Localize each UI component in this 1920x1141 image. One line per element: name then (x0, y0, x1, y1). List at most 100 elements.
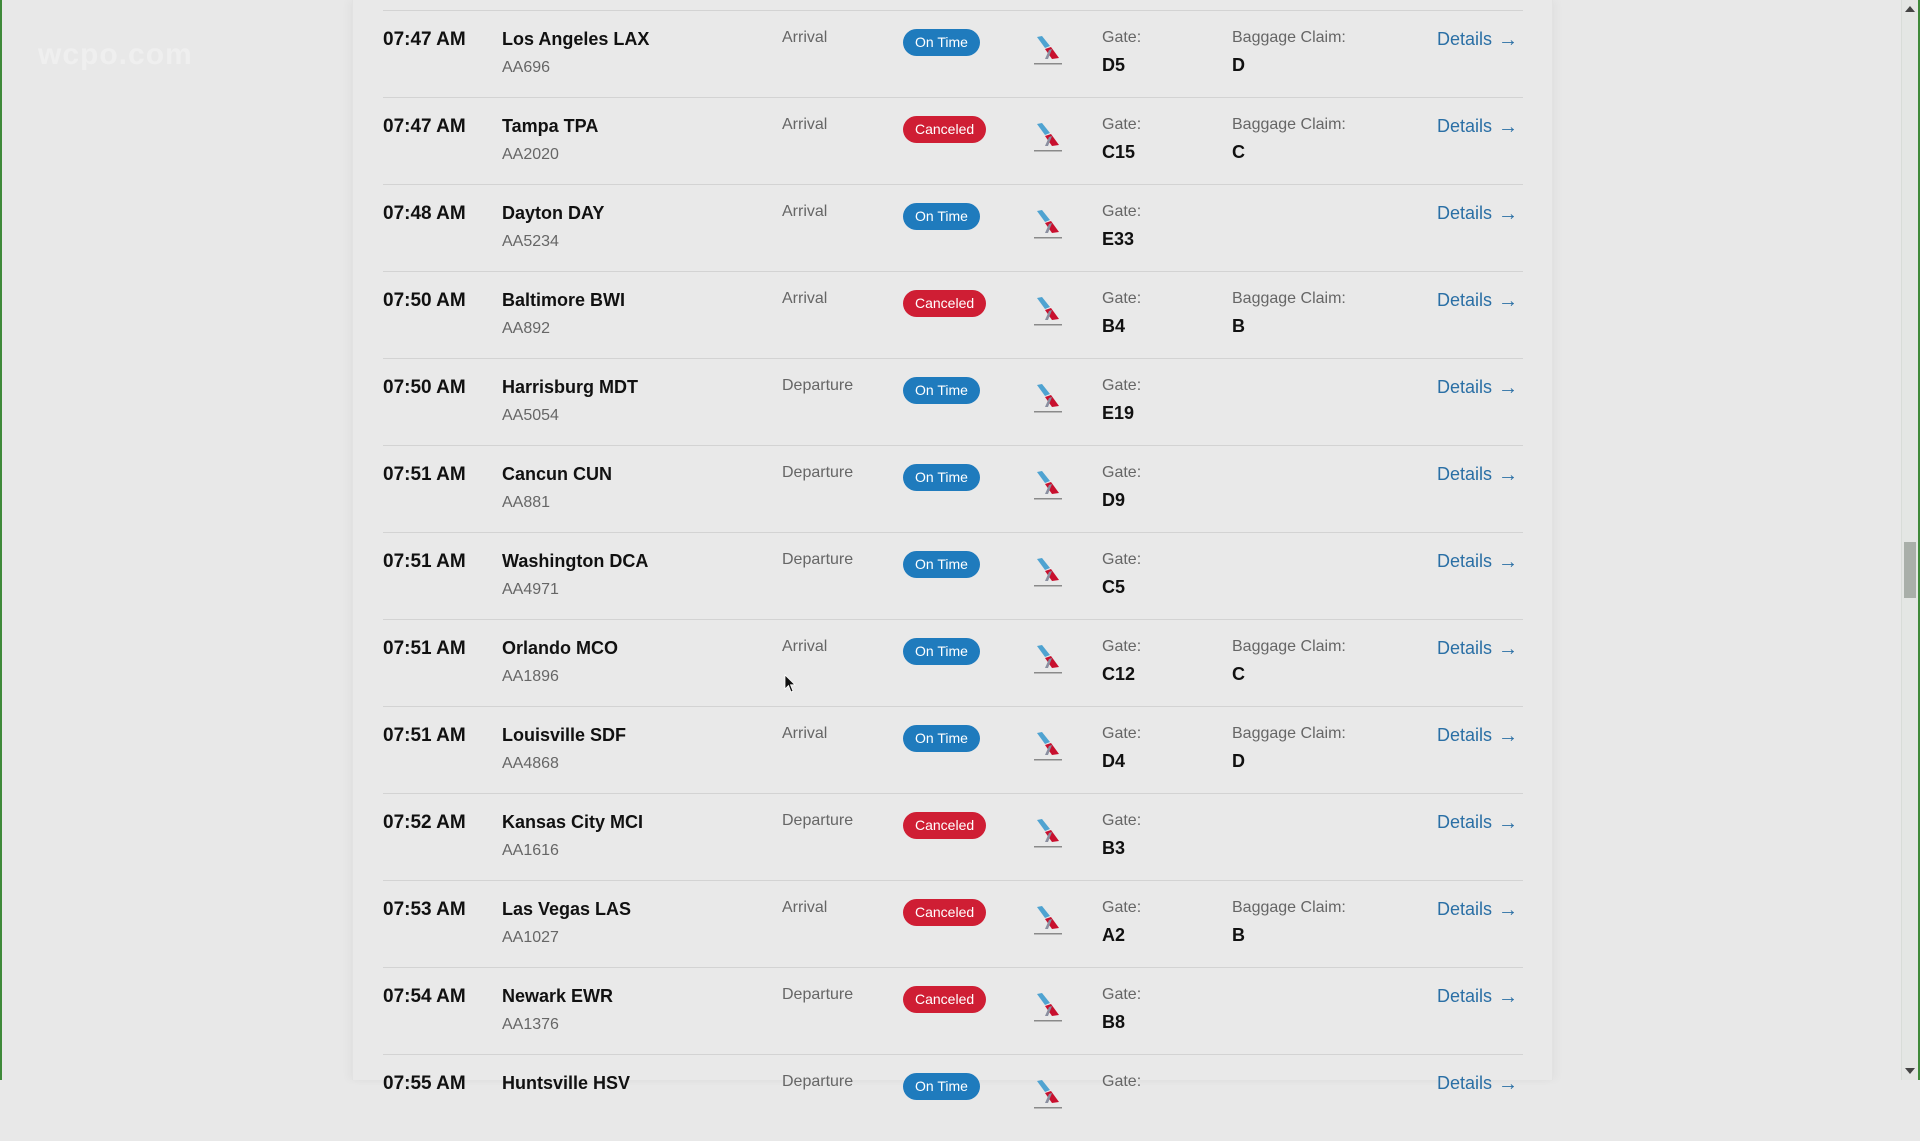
gate-label: Gate: (1102, 116, 1142, 133)
flight-destination: Las Vegas LAS (502, 899, 632, 919)
baggage-claim-label: Baggage Claim: (1232, 725, 1346, 742)
gate-value: E33 (1102, 229, 1135, 249)
flight-type: Departure (782, 377, 854, 394)
flight-destination: Louisville SDF (502, 725, 627, 745)
gate-label: Gate: (1102, 899, 1142, 916)
arrow-right-icon: → (1498, 811, 1519, 834)
flight-number: AA4971 (502, 581, 559, 598)
baggage-claim-value: D (1232, 751, 1245, 771)
flight-row[interactable]: 07:47 AM Tampa TPA AA2020 Arrival Cancel… (383, 97, 1523, 184)
status-badge: On Time (903, 29, 980, 56)
gate-value: B4 (1102, 316, 1126, 336)
flight-list: 07:47 AM Los Angeles LAX AA696 Arrival O… (383, 10, 1523, 1141)
flight-time: 07:50 AM (383, 377, 466, 398)
flight-number: AA1616 (502, 842, 559, 859)
scroll-up-arrow-icon[interactable] (1905, 6, 1915, 12)
flight-row[interactable]: 07:51 AM Cancun CUN AA881 Departure On T… (383, 445, 1523, 532)
scroll-down-arrow-icon[interactable] (1905, 1068, 1915, 1074)
flight-row[interactable]: 07:50 AM Baltimore BWI AA892 Arrival Can… (383, 271, 1523, 358)
scrollbar-thumb[interactable] (1904, 542, 1916, 598)
flight-time: 07:54 AM (383, 986, 466, 1007)
flight-type: Arrival (782, 116, 828, 133)
status-badge: On Time (903, 203, 980, 230)
baggage-claim-label: Baggage Claim: (1232, 29, 1346, 46)
flight-destination: Baltimore BWI (502, 290, 626, 310)
arrow-right-icon: → (1498, 289, 1519, 312)
flight-number: AA1376 (502, 1016, 559, 1033)
flight-row[interactable]: 07:51 AM Louisville SDF AA4868 Arrival O… (383, 706, 1523, 793)
details-label: Details (1437, 377, 1493, 397)
flight-type: Departure (782, 464, 854, 481)
gate-value: C12 (1102, 664, 1136, 684)
flight-number: AA1896 (502, 668, 559, 685)
scrollbar[interactable] (1901, 0, 1918, 1080)
american-airlines-logo-icon (1034, 993, 1062, 1022)
status-badge: On Time (903, 725, 980, 752)
flight-row[interactable]: 07:53 AM Las Vegas LAS AA1027 Arrival Ca… (383, 880, 1523, 967)
gate-value: B3 (1102, 838, 1126, 858)
flight-row[interactable]: 07:50 AM Harrisburg MDT AA5054 Departure… (383, 358, 1523, 445)
american-airlines-logo-icon (1034, 36, 1062, 65)
flight-type: Arrival (782, 203, 828, 220)
gate-label: Gate: (1102, 1073, 1142, 1090)
flight-row[interactable]: 07:51 AM Washington DCA AA4971 Departure… (383, 532, 1523, 619)
baggage-claim-value: B (1232, 925, 1245, 945)
flight-destination: Harrisburg MDT (502, 377, 639, 397)
details-link[interactable]: Details → (1437, 29, 1518, 50)
american-airlines-logo-icon (1034, 645, 1062, 674)
flight-row[interactable]: 07:48 AM Dayton DAY AA5234 Arrival On Ti… (383, 184, 1523, 271)
flight-row[interactable]: 07:51 AM Orlando MCO AA1896 Arrival On T… (383, 619, 1523, 706)
arrow-right-icon: → (1498, 115, 1519, 138)
details-link[interactable]: Details → (1437, 638, 1518, 659)
arrow-right-icon: → (1498, 637, 1519, 660)
arrow-right-icon: → (1498, 28, 1519, 51)
american-airlines-logo-icon (1034, 384, 1062, 413)
american-airlines-logo-icon (1034, 558, 1062, 587)
flight-row[interactable]: 07:55 AM Huntsville HSV Departure On Tim… (383, 1054, 1523, 1141)
flight-number: AA4868 (502, 755, 559, 772)
american-airlines-logo-icon (1034, 210, 1062, 239)
gate-value: C5 (1102, 577, 1126, 597)
american-airlines-logo-icon (1034, 819, 1062, 848)
details-link[interactable]: Details → (1437, 377, 1518, 398)
arrow-right-icon: → (1498, 550, 1519, 573)
gate-label: Gate: (1102, 986, 1142, 1003)
arrow-right-icon: → (1498, 376, 1519, 399)
details-link[interactable]: Details → (1437, 116, 1518, 137)
gate-value: C15 (1102, 142, 1136, 162)
flight-type: Arrival (782, 638, 828, 655)
status-badge: On Time (903, 551, 980, 578)
details-link[interactable]: Details → (1437, 551, 1518, 572)
american-airlines-logo-icon (1034, 906, 1062, 935)
details-link[interactable]: Details → (1437, 812, 1518, 833)
gate-value: B8 (1102, 1012, 1126, 1032)
details-link[interactable]: Details → (1437, 290, 1518, 311)
flight-row[interactable]: 07:47 AM Los Angeles LAX AA696 Arrival O… (383, 10, 1523, 97)
flight-time: 07:52 AM (383, 812, 466, 833)
details-label: Details (1437, 638, 1493, 658)
gate-label: Gate: (1102, 29, 1142, 46)
gate-label: Gate: (1102, 464, 1142, 481)
gate-label: Gate: (1102, 812, 1142, 829)
details-link[interactable]: Details → (1437, 986, 1518, 1007)
status-badge: Canceled (903, 812, 987, 839)
gate-label: Gate: (1102, 725, 1142, 742)
details-link[interactable]: Details → (1437, 899, 1518, 920)
status-badge: On Time (903, 638, 980, 665)
details-link[interactable]: Details → (1437, 203, 1518, 224)
flight-row[interactable]: 07:52 AM Kansas City MCI AA1616 Departur… (383, 793, 1523, 880)
details-link[interactable]: Details → (1437, 1073, 1518, 1094)
details-link[interactable]: Details → (1437, 725, 1518, 746)
flight-type: Departure (782, 986, 854, 1003)
status-badge: Canceled (903, 986, 987, 1013)
details-link[interactable]: Details → (1437, 464, 1518, 485)
details-label: Details (1437, 1073, 1493, 1093)
gate-label: Gate: (1102, 203, 1142, 220)
details-label: Details (1437, 725, 1493, 745)
american-airlines-logo-icon (1034, 1080, 1062, 1109)
window-border-left (0, 0, 2, 1080)
flight-time: 07:48 AM (383, 203, 466, 224)
gate-label: Gate: (1102, 290, 1142, 307)
arrow-right-icon: → (1498, 898, 1519, 921)
flight-row[interactable]: 07:54 AM Newark EWR AA1376 Departure Can… (383, 967, 1523, 1054)
